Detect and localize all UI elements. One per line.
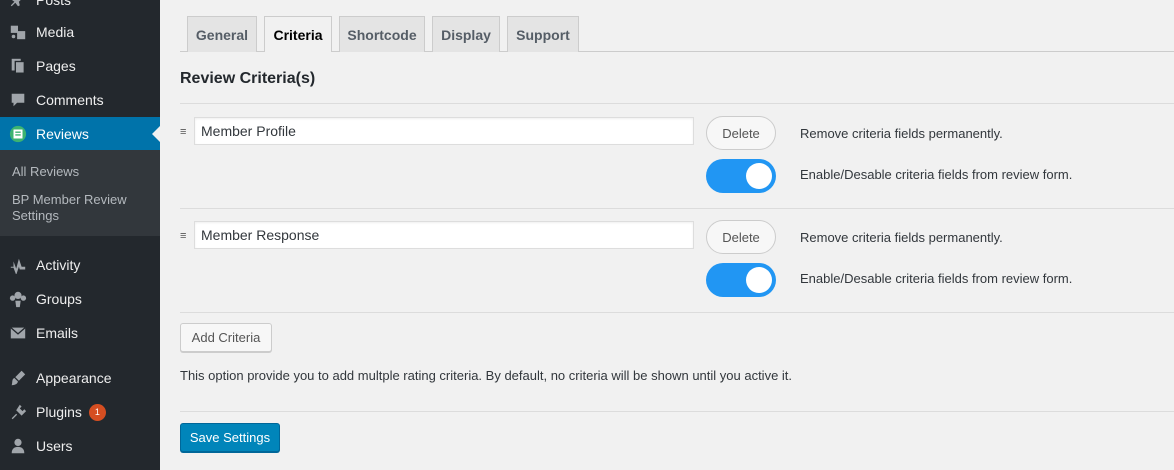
menu-item-activity[interactable]: Activity bbox=[0, 248, 160, 282]
save-settings-button[interactable]: Save Settings bbox=[180, 423, 280, 452]
submenu-item-bp-member-review-settings[interactable]: BP Member Review Settings bbox=[12, 192, 152, 224]
menu-item-groups[interactable]: Groups bbox=[0, 282, 160, 316]
appearance-icon bbox=[8, 368, 28, 388]
menu-label: Activity bbox=[36, 257, 81, 273]
main-content: General Criteria Shortcode Display Suppo… bbox=[160, 0, 1174, 470]
update-count-badge: 1 bbox=[88, 403, 106, 421]
delete-help-text: Remove criteria fields permanently. bbox=[800, 230, 1003, 245]
page-title: Review Criteria(s) bbox=[180, 70, 316, 87]
criteria-name-input[interactable] bbox=[194, 117, 694, 145]
enable-criteria-toggle[interactable] bbox=[706, 159, 776, 193]
menu-label: Appearance bbox=[36, 370, 112, 386]
groups-icon bbox=[8, 289, 28, 309]
pin-icon bbox=[8, 0, 28, 10]
menu-label: Comments bbox=[36, 92, 104, 108]
enable-criteria-toggle[interactable] bbox=[706, 263, 776, 297]
divider bbox=[180, 312, 1174, 313]
menu-label: Media bbox=[36, 24, 75, 40]
criteria-name-input[interactable] bbox=[194, 221, 694, 249]
menu-item-emails[interactable]: Emails bbox=[0, 316, 160, 350]
drag-handle-icon[interactable]: ≡ bbox=[180, 127, 190, 138]
menu-label: Posts bbox=[36, 0, 72, 8]
submenu-item-all-reviews[interactable]: All Reviews bbox=[12, 164, 152, 180]
admin-sidebar: Posts Media Pages Comments Reviews All R… bbox=[0, 0, 160, 470]
divider bbox=[180, 208, 1174, 209]
menu-label: Reviews bbox=[36, 126, 89, 142]
tab-shortcode[interactable]: Shortcode bbox=[339, 16, 425, 52]
menu-item-comments[interactable]: Comments bbox=[0, 83, 160, 117]
drag-handle-icon[interactable]: ≡ bbox=[180, 231, 190, 242]
description-text: This option provide you to add multple r… bbox=[180, 368, 793, 383]
menu-item-reviews[interactable]: Reviews bbox=[0, 117, 160, 151]
plugins-icon bbox=[8, 402, 28, 422]
tab-general[interactable]: General bbox=[187, 16, 257, 52]
divider bbox=[180, 103, 1174, 104]
delete-help-text: Remove criteria fields permanently. bbox=[800, 126, 1003, 141]
delete-criteria-button[interactable]: Delete bbox=[706, 220, 776, 254]
toggle-help-text: Enable/Desable criteria fields from revi… bbox=[800, 167, 1073, 182]
menu-item-pages[interactable]: Pages bbox=[0, 49, 160, 83]
comments-icon bbox=[8, 90, 28, 110]
toggle-knob bbox=[746, 163, 772, 189]
activity-icon bbox=[8, 255, 28, 275]
delete-criteria-button[interactable]: Delete bbox=[706, 116, 776, 150]
users-icon bbox=[8, 436, 28, 456]
menu-label: Pages bbox=[36, 58, 76, 74]
menu-label: Plugins bbox=[36, 404, 82, 420]
reviews-icon bbox=[8, 124, 28, 144]
menu-item-users[interactable]: Users bbox=[0, 429, 160, 463]
tab-criteria[interactable]: Criteria bbox=[264, 16, 332, 52]
emails-icon bbox=[8, 323, 28, 343]
menu-item-appearance[interactable]: Appearance bbox=[0, 361, 160, 395]
menu-item-media[interactable]: Media bbox=[0, 15, 160, 49]
divider bbox=[180, 411, 1174, 412]
menu-item-plugins[interactable]: Plugins 1 bbox=[0, 395, 160, 429]
tab-support[interactable]: Support bbox=[507, 16, 579, 52]
media-icon bbox=[8, 22, 28, 42]
menu-label: Users bbox=[36, 438, 73, 454]
add-criteria-button[interactable]: Add Criteria bbox=[180, 323, 272, 352]
reviews-submenu: All Reviews BP Member Review Settings bbox=[0, 150, 160, 236]
toggle-knob bbox=[746, 267, 772, 293]
menu-label: Emails bbox=[36, 325, 79, 341]
toggle-help-text: Enable/Desable criteria fields from revi… bbox=[800, 271, 1073, 286]
menu-label: Groups bbox=[36, 291, 82, 307]
tab-display[interactable]: Display bbox=[432, 16, 500, 52]
pages-icon bbox=[8, 56, 28, 76]
